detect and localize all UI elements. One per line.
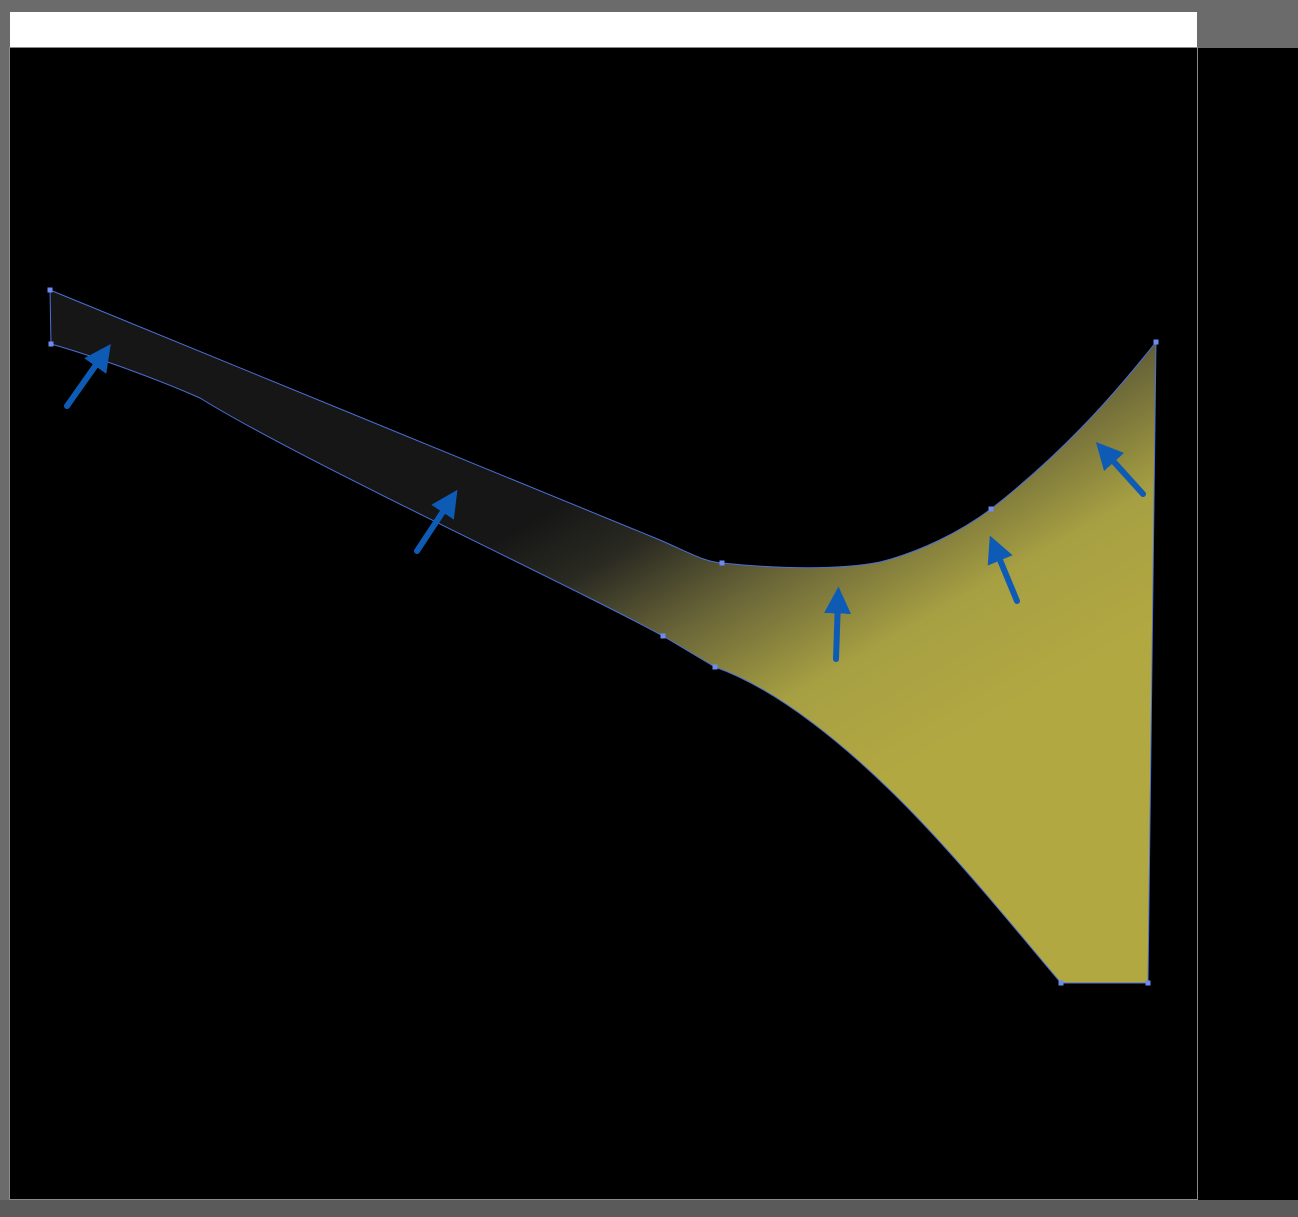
push-up-arrow-icon [824, 586, 852, 662]
anchor-point[interactable] [719, 560, 725, 566]
canvas-drawing[interactable] [0, 0, 1298, 1217]
anchor-point[interactable] [1145, 980, 1151, 986]
status-bar [0, 1200, 1298, 1217]
anchor-point[interactable] [1153, 339, 1159, 345]
anchor-point[interactable] [1058, 980, 1064, 986]
anchor-point[interactable] [48, 341, 54, 347]
anchor-point[interactable] [988, 506, 994, 512]
illustrator-workspace [0, 0, 1298, 1217]
gradient-band-shape[interactable] [49, 289, 1157, 984]
anchor-point[interactable] [47, 287, 53, 293]
anchor-point[interactable] [660, 633, 666, 639]
anchor-point[interactable] [712, 664, 718, 670]
push-up-arrow-icon [64, 343, 111, 409]
